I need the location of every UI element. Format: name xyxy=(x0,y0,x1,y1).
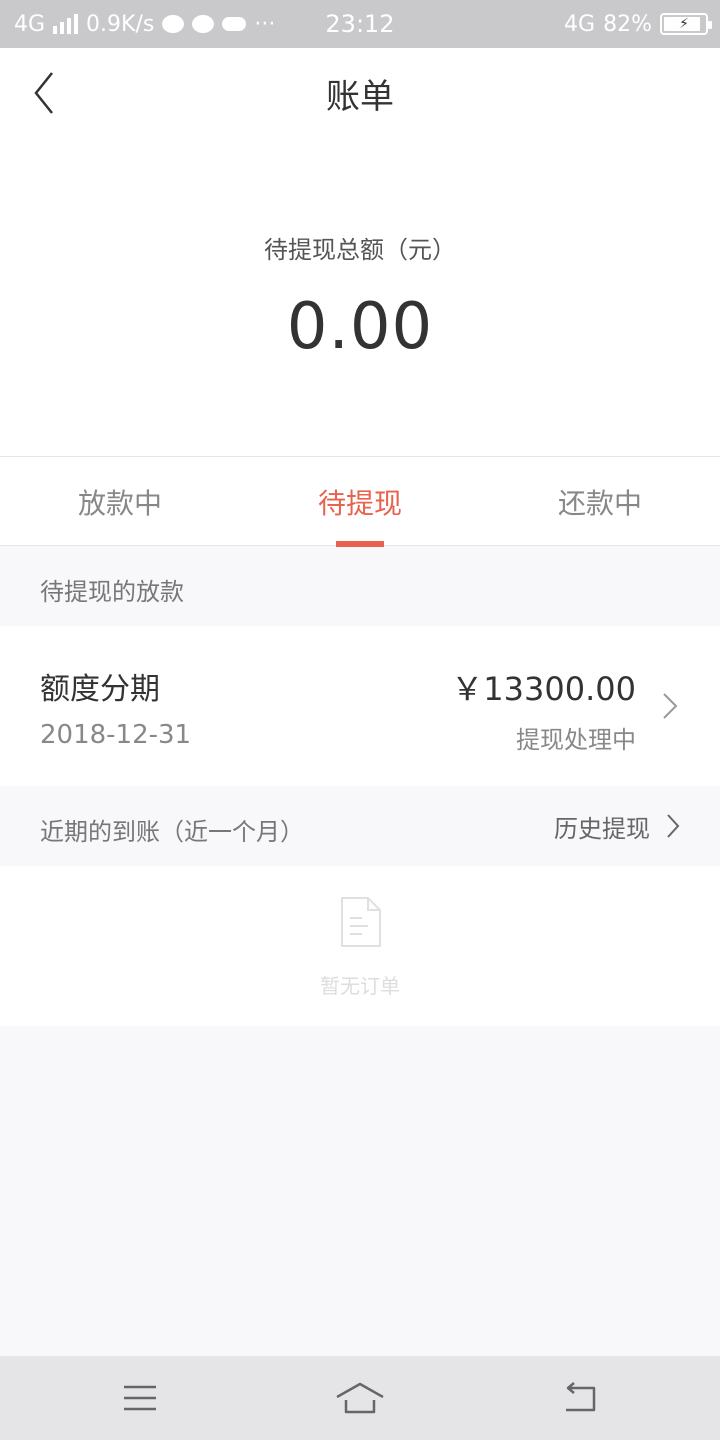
history-link-label: 历史提现 xyxy=(554,814,650,843)
loan-amount: ￥13300.00 xyxy=(451,670,636,708)
home-button[interactable] xyxy=(330,1376,390,1420)
summary-label: 待提现总额（元） xyxy=(264,236,456,264)
network-type-right: 4G xyxy=(564,11,596,37)
tab-label: 还款中 xyxy=(557,487,642,520)
summary-amount: 0.00 xyxy=(286,290,434,364)
empty-state: 暂无订单 xyxy=(0,866,720,1026)
page-title: 账单 xyxy=(326,76,394,117)
chevron-left-icon xyxy=(34,72,53,114)
return-icon xyxy=(566,1382,596,1412)
home-icon xyxy=(336,1382,384,1414)
empty-state-text: 暂无订单 xyxy=(320,974,400,998)
system-nav-bar xyxy=(0,1356,720,1440)
loan-item[interactable]: 额度分期 2018-12-31 ￥13300.00 提现处理中 xyxy=(0,626,720,786)
recent-section-label: 近期的到账（近一个月） xyxy=(40,818,304,846)
status-bar: 4G 0.9K/s ··· 23:12 4G 82% ⚡ xyxy=(0,0,720,48)
tab-lending[interactable]: 放款中 xyxy=(0,457,240,547)
recent-section-header: 近期的到账（近一个月） 历史提现 xyxy=(0,786,720,866)
tab-pending-withdrawal[interactable]: 待提现 xyxy=(240,457,480,547)
history-withdrawal-link[interactable]: 历史提现 xyxy=(554,786,680,866)
app-header: 账单 xyxy=(0,48,720,138)
chevron-right-icon xyxy=(667,814,680,838)
battery-icon: ⚡ xyxy=(660,13,712,35)
tab-repaying[interactable]: 还款中 xyxy=(480,457,720,547)
active-tab-indicator xyxy=(336,541,384,547)
tab-label: 放款中 xyxy=(77,487,162,520)
tab-bar: 放款中 待提现 还款中 xyxy=(0,456,720,547)
loan-status: 提现处理中 xyxy=(516,726,636,754)
tab-label: 待提现 xyxy=(317,487,402,520)
loan-date: 2018-12-31 xyxy=(40,720,192,750)
back-nav-button[interactable] xyxy=(550,1376,610,1420)
menu-icon xyxy=(124,1385,156,1411)
battery-percent: 82% xyxy=(603,11,652,37)
pending-section-header: 待提现的放款 xyxy=(40,578,184,606)
loan-title: 额度分期 xyxy=(40,672,160,707)
menu-button[interactable] xyxy=(110,1376,170,1420)
status-right: 4G 82% ⚡ xyxy=(564,0,712,48)
document-icon xyxy=(341,897,381,947)
chevron-right-icon xyxy=(663,693,678,719)
back-button[interactable] xyxy=(22,70,66,116)
withdraw-summary: 待提现总额（元） 0.00 xyxy=(0,138,720,456)
